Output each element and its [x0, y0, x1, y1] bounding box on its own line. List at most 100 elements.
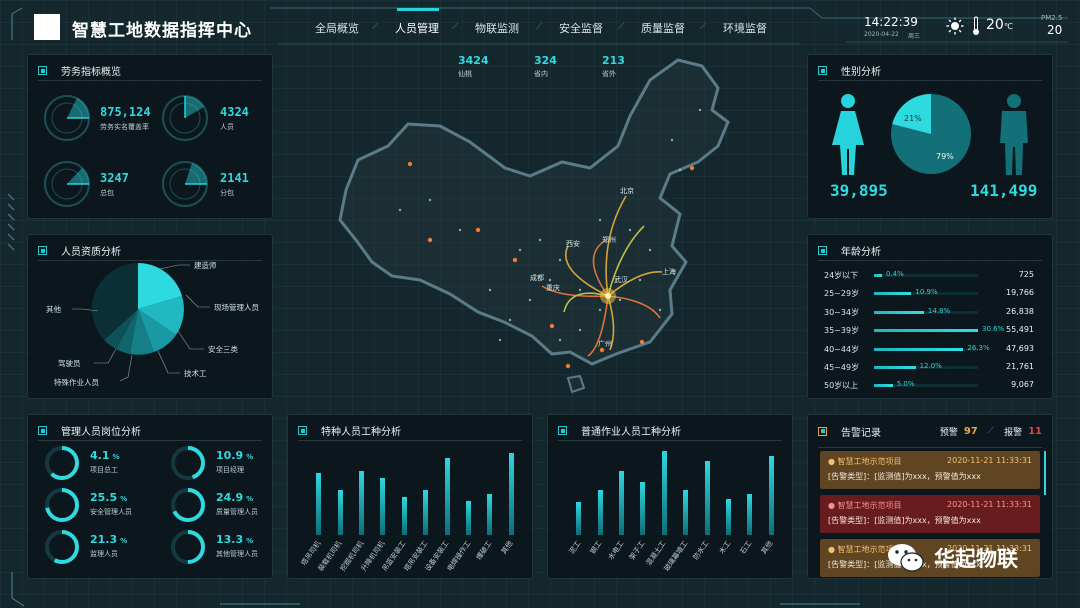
panel-title: 管理人员岗位分析 [61, 427, 141, 438]
chart-axis-label: 石工 [738, 539, 754, 556]
pm25-label: PM2.5 [1041, 14, 1063, 22]
alert-scrollbar[interactable] [1044, 451, 1046, 495]
pie-label: 特殊作业人员 [54, 377, 99, 387]
labor-metric-value: 875,124 [100, 105, 151, 119]
panel-title: 劳务指标概览 [61, 67, 121, 78]
special-work-panel: 特种人员工种分析 塔吊司机 装载机司机 挖掘机司机 升降机司机 吊篮安装工 塔吊安装工 设备… [287, 414, 533, 579]
age-bar-fill [874, 366, 916, 369]
age-row: 50岁以上 5.0% 9,067 [808, 379, 1054, 393]
nav-separator: ⟋ [700, 22, 707, 32]
map-city-label: 成都 [530, 273, 544, 282]
map-city-label: 郑州 [602, 236, 616, 244]
panel-marker-icon [298, 426, 307, 435]
management-unit: % [246, 495, 254, 503]
radar-gauge-icon [162, 161, 208, 207]
nav-item-iot[interactable]: 物联监测 [472, 20, 522, 36]
management-unit: % [246, 453, 254, 461]
age-label: 35~39岁 [824, 326, 860, 336]
management-number: 21.3 [90, 533, 118, 546]
chart-axis-label: 防水工 [691, 539, 711, 562]
age-label: 40~44岁 [824, 344, 860, 354]
pm25-value: 20 [1047, 23, 1063, 37]
hub-point [605, 293, 611, 299]
gender-panel: 性别分析 21% 79% 39,895 141,499 [807, 54, 1053, 219]
alarm-count: 11 [1028, 425, 1042, 437]
panel-marker-icon [38, 66, 47, 75]
alert-item[interactable]: ● 智慧工地示范项目 2020-11-21 11:33:31 [告警类型]：[监… [820, 495, 1040, 533]
page-title: 智慧工地数据指挥中心 [72, 21, 252, 41]
management-label: 监理人员 [90, 550, 118, 558]
chart-bar [661, 450, 667, 535]
pie-label: 技术工 [184, 368, 207, 378]
nav-item-safety[interactable]: 安全监督 [556, 20, 606, 36]
age-count: 47,693 [1006, 343, 1034, 353]
age-bar-fill [874, 310, 924, 314]
panel-marker-icon [558, 426, 567, 435]
age-label: 30~34岁 [824, 307, 860, 317]
chart-bar [337, 490, 343, 535]
age-count: 26,838 [1006, 306, 1034, 316]
chart-bar [619, 470, 624, 535]
alert-list-separator [818, 447, 1042, 448]
chart-axis-label: 水电工 [606, 539, 625, 562]
age-count: 19,766 [1006, 288, 1034, 298]
panel-header: 特种人员工种分析 [298, 421, 522, 441]
progress-ring [171, 446, 205, 480]
age-pct: 14.8% [927, 306, 951, 315]
panel-title: 性别分析 [841, 67, 881, 78]
chart-bar [444, 457, 450, 535]
progress-ring [45, 488, 79, 522]
alert-name: ● 智慧工地示范项目 [828, 501, 902, 510]
watermark-text: 华起物联 [934, 547, 1018, 571]
age-row: 30~34岁 14.8% 26,838 [808, 306, 1054, 320]
management-value: 24.9% [216, 491, 253, 504]
chart-bar [423, 490, 429, 535]
map-city-label: 武汉 [614, 275, 628, 284]
age-pct: 12.0% [919, 362, 942, 370]
divider-slash: ⟋ [987, 426, 995, 436]
age-label: 24岁以下 [824, 271, 859, 280]
age-row: 24岁以下 0.4% 725 [808, 269, 1054, 283]
age-bar-fill [874, 329, 978, 333]
age-pct: 30.6% [982, 325, 1005, 334]
pie-label: 现场管理人员 [214, 302, 259, 312]
left-edge-decoration [7, 193, 15, 251]
pie-label: 安全三类 [208, 344, 238, 354]
nav-active-indicator [397, 8, 439, 11]
sun-icon [946, 17, 964, 35]
radar-gauge-icon [162, 95, 208, 141]
chart-bar [597, 490, 603, 535]
map-city-label: 西安 [566, 239, 580, 248]
alarm-label: 报警 [1004, 427, 1023, 438]
nav-item-environment[interactable]: 环境监督 [720, 20, 770, 36]
nav-item-quality[interactable]: 质量监督 [638, 20, 688, 36]
panel-title: 告警记录 [841, 427, 881, 439]
management-unit: % [112, 453, 120, 461]
nav-item-overview[interactable]: 全局概览 [312, 20, 362, 36]
management-item: 25.5% 安全管理人员 [44, 485, 154, 525]
chart-bar [640, 481, 646, 535]
alert-name-text: 智慧工地示范项目 [837, 501, 902, 510]
alert-title-row: ● 智慧工地示范项目 2020-11-21 11:33:31 [828, 456, 1032, 467]
female-pct-label: 21% [904, 114, 922, 123]
panel-header: 性别分析 [818, 61, 1042, 81]
age-bar-fill [874, 384, 893, 388]
management-label: 安全管理人员 [90, 508, 132, 516]
management-panel: 管理人员岗位分析 4.1% 项目总工 10.9% 项目经理 25.5% 安全管理… [27, 414, 273, 579]
warn-label: 预警 [939, 427, 958, 438]
map-city-label: 上海 [662, 267, 676, 276]
management-unit: % [246, 537, 254, 545]
chart-bar [466, 500, 471, 535]
chart-bar [683, 490, 689, 535]
age-bar-fill [874, 292, 912, 296]
chart-bar [576, 502, 582, 535]
alert-item[interactable]: ● 智慧工地示范项目 2020-11-21 11:33:31 [告警类型]：[监… [820, 451, 1040, 489]
nav-item-personnel[interactable]: 人员管理 [392, 20, 442, 36]
clock-time: 14:22:39 [864, 15, 918, 29]
panel-marker-icon [818, 246, 827, 255]
panel-marker-icon [38, 426, 47, 435]
age-row: 45~49岁 12.0% 21,761 [808, 361, 1054, 375]
management-label: 项目总工 [90, 466, 118, 474]
management-number: 10.9 [216, 449, 244, 462]
nav-separator: ⟋ [372, 22, 379, 32]
